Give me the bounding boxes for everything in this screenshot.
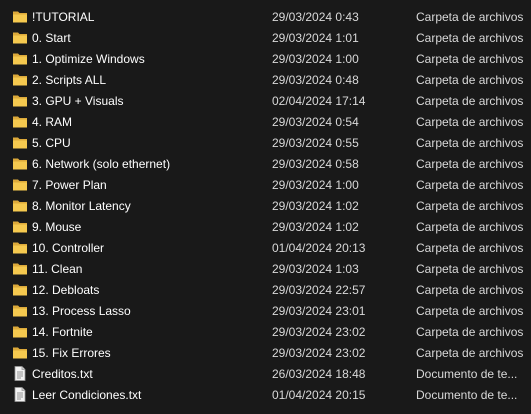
file-type: Documento de te... [416,367,518,381]
date-modified: 01/04/2024 20:13 [272,241,366,255]
date-modified: 01/04/2024 20:15 [272,388,366,402]
file-name: 0. Start [32,31,71,45]
date-modified: 29/03/2024 0:54 [272,115,359,129]
date-modified: 29/03/2024 23:02 [272,325,366,339]
list-item[interactable]: 6. Network (solo ethernet) 29/03/2024 0:… [0,153,531,174]
file-type: Carpeta de archivos [416,157,524,171]
file-type: Carpeta de archivos [416,283,524,297]
date-modified: 29/03/2024 23:02 [272,346,366,360]
file-type: Documento de te... [416,388,518,402]
list-item[interactable]: 8. Monitor Latency 29/03/2024 1:02 Carpe… [0,195,531,216]
folder-icon [12,9,28,24]
folder-icon [12,198,28,213]
file-type: Carpeta de archivos [416,115,524,129]
list-item[interactable]: 5. CPU 29/03/2024 0:55 Carpeta de archiv… [0,132,531,153]
file-name: 1. Optimize Windows [32,52,145,66]
folder-icon [12,303,28,318]
list-item[interactable]: 12. Debloats 29/03/2024 22:57 Carpeta de… [0,279,531,300]
text-file-icon [12,366,28,381]
date-modified: 29/03/2024 0:55 [272,136,359,150]
file-name: 3. GPU + Visuals [32,94,124,108]
file-name: 7. Power Plan [32,178,107,192]
list-item[interactable]: 10. Controller 01/04/2024 20:13 Carpeta … [0,237,531,258]
file-name: !TUTORIAL [32,10,95,24]
list-item[interactable]: 11. Clean 29/03/2024 1:03 Carpeta de arc… [0,258,531,279]
date-modified: 29/03/2024 1:01 [272,31,359,45]
file-name: 13. Process Lasso [32,304,131,318]
file-type: Carpeta de archivos [416,94,524,108]
folder-icon [12,93,28,108]
folder-icon [12,345,28,360]
file-name: 10. Controller [32,241,105,255]
date-modified: 29/03/2024 22:57 [272,283,366,297]
file-type: Carpeta de archivos [416,304,524,318]
file-type: Carpeta de archivos [416,199,524,213]
list-item[interactable]: 4. RAM 29/03/2024 0:54 Carpeta de archiv… [0,111,531,132]
date-modified: 29/03/2024 0:58 [272,157,359,171]
file-name: 11. Clean [32,262,83,276]
list-item[interactable]: 15. Fix Errores 29/03/2024 23:02 Carpeta… [0,342,531,363]
text-file-icon [12,387,28,402]
list-item[interactable]: !TUTORIAL 29/03/2024 0:43 Carpeta de arc… [0,6,531,27]
list-item[interactable]: 3. GPU + Visuals 02/04/2024 17:14 Carpet… [0,90,531,111]
file-type: Carpeta de archivos [416,346,524,360]
list-item[interactable]: 7. Power Plan 29/03/2024 1:00 Carpeta de… [0,174,531,195]
date-modified: 29/03/2024 1:03 [272,262,359,276]
folder-icon [12,156,28,171]
list-item[interactable]: 9. Mouse 29/03/2024 1:02 Carpeta de arch… [0,216,531,237]
folder-icon [12,219,28,234]
date-modified: 29/03/2024 1:00 [272,178,359,192]
file-name: 4. RAM [32,115,73,129]
folder-icon [12,282,28,297]
list-item[interactable]: Leer Condiciones.txt 01/04/2024 20:15 Do… [0,384,531,405]
file-name: 6. Network (solo ethernet) [32,157,171,171]
folder-icon [12,72,28,87]
file-name: Leer Condiciones.txt [32,388,142,402]
file-list: !TUTORIAL 29/03/2024 0:43 Carpeta de arc… [0,0,531,414]
list-item[interactable]: 0. Start 29/03/2024 1:01 Carpeta de arch… [0,27,531,48]
list-item[interactable]: 13. Process Lasso 29/03/2024 23:01 Carpe… [0,300,531,321]
date-modified: 29/03/2024 1:00 [272,52,359,66]
file-type: Carpeta de archivos [416,220,524,234]
folder-icon [12,177,28,192]
date-modified: 29/03/2024 1:02 [272,199,359,213]
date-modified: 02/04/2024 17:14 [272,94,366,108]
file-name: 8. Monitor Latency [32,199,131,213]
date-modified: 29/03/2024 0:43 [272,10,359,24]
file-name: 12. Debloats [32,283,100,297]
file-name: 2. Scripts ALL [32,73,107,87]
folder-icon [12,261,28,276]
file-name: 5. CPU [32,136,71,150]
date-modified: 29/03/2024 1:02 [272,220,359,234]
file-type: Carpeta de archivos [416,31,524,45]
folder-icon [12,240,28,255]
date-modified: 29/03/2024 23:01 [272,304,366,318]
folder-icon [12,51,28,66]
file-type: Carpeta de archivos [416,52,524,66]
file-type: Carpeta de archivos [416,262,524,276]
file-name: 14. Fortnite [32,325,93,339]
file-name: Creditos.txt [32,367,93,381]
file-name: 15. Fix Errores [32,346,111,360]
file-type: Carpeta de archivos [416,325,524,339]
date-modified: 26/03/2024 18:48 [272,367,366,381]
folder-icon [12,114,28,129]
file-type: Carpeta de archivos [416,178,524,192]
file-type: Carpeta de archivos [416,73,524,87]
folder-icon [12,135,28,150]
file-type: Carpeta de archivos [416,10,524,24]
list-item[interactable]: Creditos.txt 26/03/2024 18:48 Documento … [0,363,531,384]
file-name: 9. Mouse [32,220,82,234]
file-type: Carpeta de archivos [416,241,524,255]
list-item[interactable]: 1. Optimize Windows 29/03/2024 1:00 Carp… [0,48,531,69]
date-modified: 29/03/2024 0:48 [272,73,359,87]
list-item[interactable]: 14. Fortnite 29/03/2024 23:02 Carpeta de… [0,321,531,342]
folder-icon [12,324,28,339]
list-item[interactable]: 2. Scripts ALL 29/03/2024 0:48 Carpeta d… [0,69,531,90]
file-type: Carpeta de archivos [416,136,524,150]
folder-icon [12,30,28,45]
